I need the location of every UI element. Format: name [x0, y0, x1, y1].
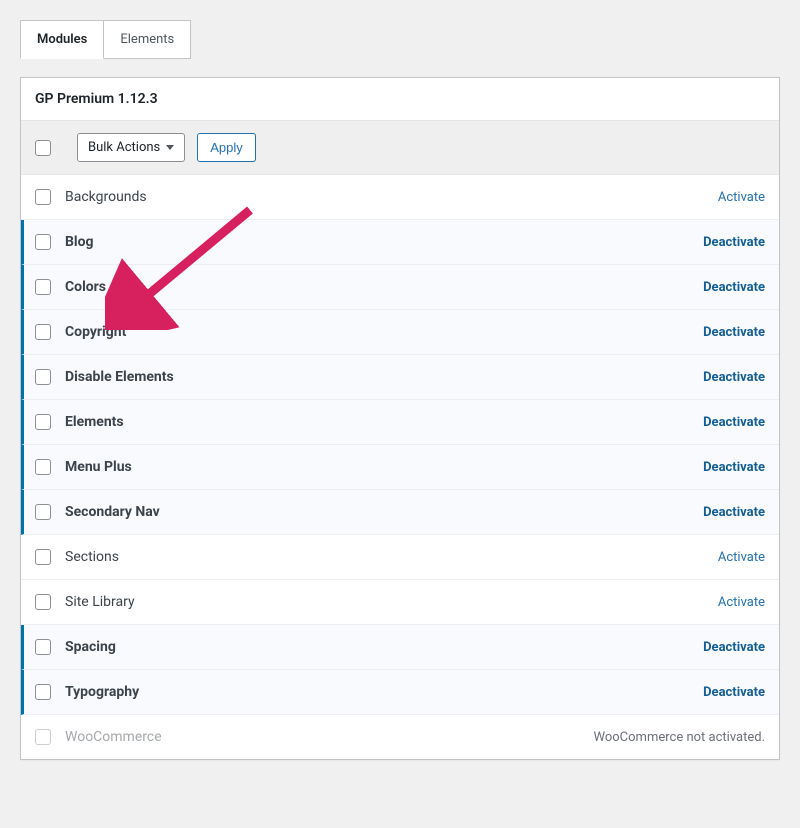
activate-link[interactable]: Activate: [718, 595, 765, 610]
module-name: Copyright: [65, 324, 703, 340]
activate-link[interactable]: Activate: [718, 550, 765, 565]
module-checkbox[interactable]: [35, 414, 51, 430]
deactivate-link[interactable]: Deactivate: [703, 640, 765, 655]
module-checkbox[interactable]: [35, 504, 51, 520]
module-checkbox[interactable]: [35, 549, 51, 565]
module-checkbox: [35, 729, 51, 745]
bulk-actions-label: Bulk Actions: [88, 140, 160, 155]
module-row: Site LibraryActivate: [21, 580, 779, 625]
module-name: Blog: [65, 234, 703, 250]
module-row: SpacingDeactivate: [21, 625, 779, 670]
module-name: Disable Elements: [65, 369, 703, 385]
tab-elements[interactable]: Elements: [104, 20, 191, 59]
module-row: Disable ElementsDeactivate: [21, 355, 779, 400]
module-name: Typography: [65, 684, 703, 700]
select-all-checkbox[interactable]: [35, 140, 51, 156]
module-name: Elements: [65, 414, 703, 430]
module-row: TypographyDeactivate: [21, 670, 779, 715]
module-row: BackgroundsActivate: [21, 175, 779, 220]
module-checkbox[interactable]: [35, 234, 51, 250]
module-name: Secondary Nav: [65, 504, 703, 520]
deactivate-link[interactable]: Deactivate: [703, 460, 765, 475]
deactivate-link[interactable]: Deactivate: [703, 370, 765, 385]
module-row: Secondary NavDeactivate: [21, 490, 779, 535]
deactivate-link[interactable]: Deactivate: [703, 235, 765, 250]
tab-modules[interactable]: Modules: [20, 20, 104, 59]
module-checkbox[interactable]: [35, 324, 51, 340]
module-row: CopyrightDeactivate: [21, 310, 779, 355]
module-row: ElementsDeactivate: [21, 400, 779, 445]
module-name: Spacing: [65, 639, 703, 655]
module-name: Sections: [65, 549, 718, 565]
module-checkbox[interactable]: [35, 459, 51, 475]
module-name: Backgrounds: [65, 189, 718, 205]
module-checkbox[interactable]: [35, 639, 51, 655]
module-name: WooCommerce: [65, 729, 594, 745]
module-name: Site Library: [65, 594, 718, 610]
module-row: WooCommerceWooCommerce not activated.: [21, 715, 779, 759]
panel: GP Premium 1.12.3 Bulk Actions Apply Bac…: [20, 77, 780, 760]
module-checkbox[interactable]: [35, 279, 51, 295]
module-note: WooCommerce not activated.: [594, 730, 765, 745]
deactivate-link[interactable]: Deactivate: [703, 325, 765, 340]
module-name: Colors: [65, 279, 703, 295]
panel-title: GP Premium 1.12.3: [21, 78, 779, 121]
module-row: BlogDeactivate: [21, 220, 779, 265]
module-row: SectionsActivate: [21, 535, 779, 580]
module-row: ColorsDeactivate: [21, 265, 779, 310]
chevron-down-icon: [166, 145, 174, 150]
deactivate-link[interactable]: Deactivate: [703, 280, 765, 295]
module-row: Menu PlusDeactivate: [21, 445, 779, 490]
module-name: Menu Plus: [65, 459, 703, 475]
apply-button[interactable]: Apply: [197, 133, 256, 162]
deactivate-link[interactable]: Deactivate: [703, 685, 765, 700]
module-checkbox[interactable]: [35, 369, 51, 385]
module-checkbox[interactable]: [35, 684, 51, 700]
deactivate-link[interactable]: Deactivate: [703, 505, 765, 520]
bulk-actions-select[interactable]: Bulk Actions: [77, 133, 185, 162]
bulk-actions-row: Bulk Actions Apply: [21, 121, 779, 175]
module-checkbox[interactable]: [35, 594, 51, 610]
activate-link[interactable]: Activate: [718, 190, 765, 205]
module-list: BackgroundsActivateBlogDeactivateColorsD…: [21, 175, 779, 759]
module-checkbox[interactable]: [35, 189, 51, 205]
tabs: Modules Elements: [20, 20, 780, 59]
deactivate-link[interactable]: Deactivate: [703, 415, 765, 430]
